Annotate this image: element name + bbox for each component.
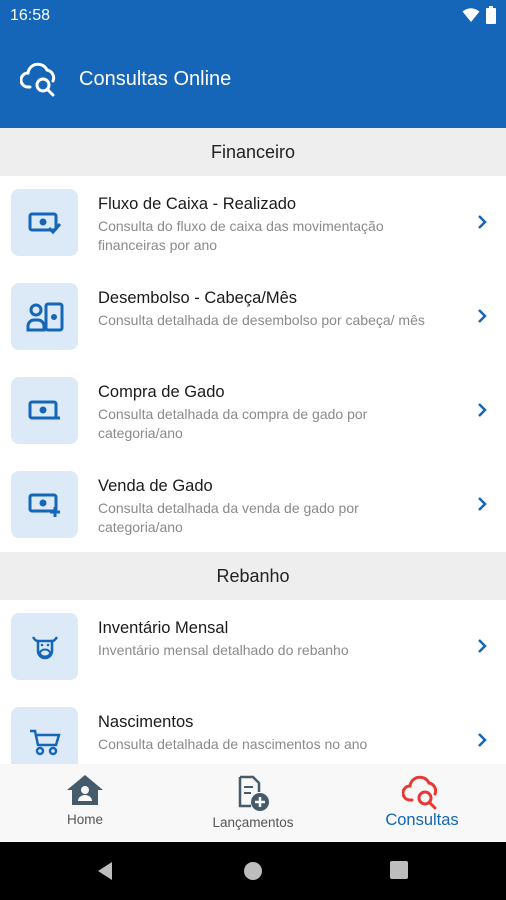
status-icons	[462, 6, 496, 24]
section-header-financeiro: Financeiro	[0, 128, 506, 176]
cloud-search-icon	[20, 62, 56, 97]
back-icon[interactable]	[96, 861, 114, 881]
cash-minus-icon	[11, 377, 78, 444]
nav-lancamentos[interactable]: Lançamentos	[198, 764, 308, 842]
app-bar: Consultas Online	[0, 31, 506, 128]
item-title: Venda de Gado	[98, 477, 213, 495]
wifi-icon	[462, 8, 480, 22]
nav-consultas[interactable]: Consultas	[372, 764, 472, 842]
item-description: Consulta detalhada de desembolso por cab…	[98, 312, 425, 328]
stroller-icon	[11, 707, 78, 764]
recents-icon[interactable]	[390, 861, 408, 879]
item-title: Inventário Mensal	[98, 619, 229, 637]
person-cash-icon	[11, 283, 78, 350]
chevron-right-icon	[478, 403, 487, 417]
item-title: Compra de Gado	[98, 383, 225, 401]
document-add-icon	[238, 775, 269, 811]
item-description: Consulta detalhada de nascimentos no ano	[98, 736, 368, 752]
chevron-right-icon	[478, 733, 487, 747]
list-item-desembolso[interactable]: Desembolso - Cabeça/Mês Consulta detalha…	[0, 270, 506, 364]
list-item-venda-gado[interactable]: Venda de Gado Consulta detalhada da vend…	[0, 458, 506, 552]
item-description: Inventário mensal detalhado do rebanho	[98, 642, 349, 658]
home-icon	[67, 775, 103, 805]
item-title: Desembolso - Cabeça/Mês	[98, 289, 297, 307]
content-list[interactable]: Financeiro Fluxo de Caixa - Realizado Co…	[0, 128, 506, 764]
chevron-right-icon	[478, 309, 487, 323]
list-item-nascimentos[interactable]: Nascimentos Consulta detalhada de nascim…	[0, 694, 506, 764]
section-header-rebanho: Rebanho	[0, 552, 506, 600]
cloud-search-icon	[402, 775, 438, 810]
bottom-nav: Home Lançamentos Consultas	[0, 764, 506, 842]
item-description: Consulta detalhada da compra de gado por…	[98, 406, 368, 441]
item-title: Nascimentos	[98, 713, 194, 731]
chevron-right-icon	[478, 215, 487, 229]
chevron-right-icon	[478, 639, 487, 653]
item-title: Fluxo de Caixa - Realizado	[98, 195, 297, 213]
status-time: 16:58	[10, 7, 51, 24]
item-description: Consulta detalhada da venda de gado por …	[98, 500, 359, 535]
list-item-compra-gado[interactable]: Compra de Gado Consulta detalhada da com…	[0, 364, 506, 458]
nav-label-lancamentos: Lançamentos	[212, 815, 294, 830]
item-description: Consulta do fluxo de caixa das movimenta…	[98, 218, 384, 253]
list-item-inventario[interactable]: Inventário Mensal Inventário mensal deta…	[0, 600, 506, 694]
list-item-fluxo-caixa[interactable]: Fluxo de Caixa - Realizado Consulta do f…	[0, 176, 506, 270]
home-circle-icon[interactable]	[243, 861, 263, 881]
battery-icon	[486, 6, 496, 24]
system-nav-bar	[0, 842, 506, 900]
nav-home[interactable]: Home	[35, 764, 135, 842]
status-bar: 16:58	[0, 0, 506, 31]
cash-plus-icon	[11, 471, 78, 538]
cow-icon	[11, 613, 78, 680]
chevron-right-icon	[478, 497, 487, 511]
nav-label-home: Home	[66, 812, 103, 827]
cash-check-icon	[11, 189, 78, 256]
app-title: Consultas Online	[79, 68, 232, 90]
nav-label-consultas: Consultas	[385, 811, 459, 829]
